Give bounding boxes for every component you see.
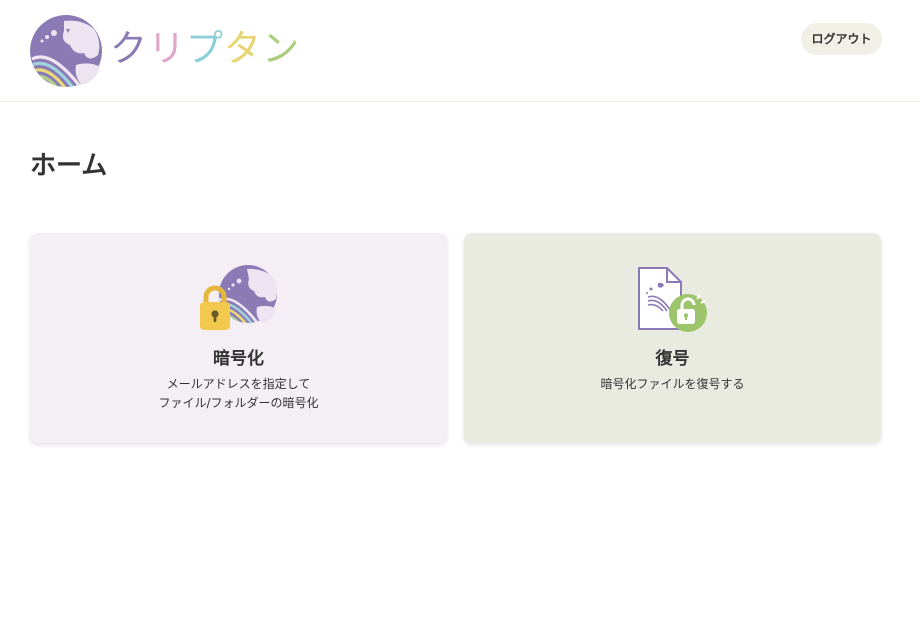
decrypt-card-description: 暗号化ファイルを復号する: [464, 375, 881, 394]
encrypt-desc-line-1: メールアドレスを指定して: [166, 377, 311, 391]
decrypt-desc-line-1: 暗号化ファイルを復号する: [600, 377, 745, 391]
decrypt-card-title: 復号: [655, 349, 690, 369]
brand-name: クリプタン: [110, 25, 300, 73]
logout-button[interactable]: ログアウト: [801, 23, 882, 55]
encrypt-desc-line-2: ファイル/フォルダーの暗号化: [158, 396, 319, 410]
brand-char-ta: タ: [224, 27, 262, 70]
brand-char-ku: ク: [110, 27, 148, 70]
brand-char-pu: プ: [186, 27, 224, 70]
cryptan-logo-icon[interactable]: [30, 15, 102, 87]
brand-char-n: ン: [262, 27, 300, 70]
file-unlock-icon: [638, 267, 707, 332]
page-title: ホーム: [30, 151, 108, 181]
encrypt-card-description: メールアドレスを指定して ファイル/フォルダーの暗号化: [30, 375, 447, 413]
encrypt-card[interactable]: 暗号化 メールアドレスを指定して ファイル/フォルダーの暗号化: [30, 233, 447, 443]
header: クリプタン ログアウト: [0, 0, 920, 102]
brand-char-ri: リ: [148, 27, 186, 70]
encrypt-card-title: 暗号化: [213, 349, 264, 369]
decrypt-card[interactable]: 復号 暗号化ファイルを復号する: [464, 233, 881, 443]
lock-globe-icon: [200, 265, 277, 330]
